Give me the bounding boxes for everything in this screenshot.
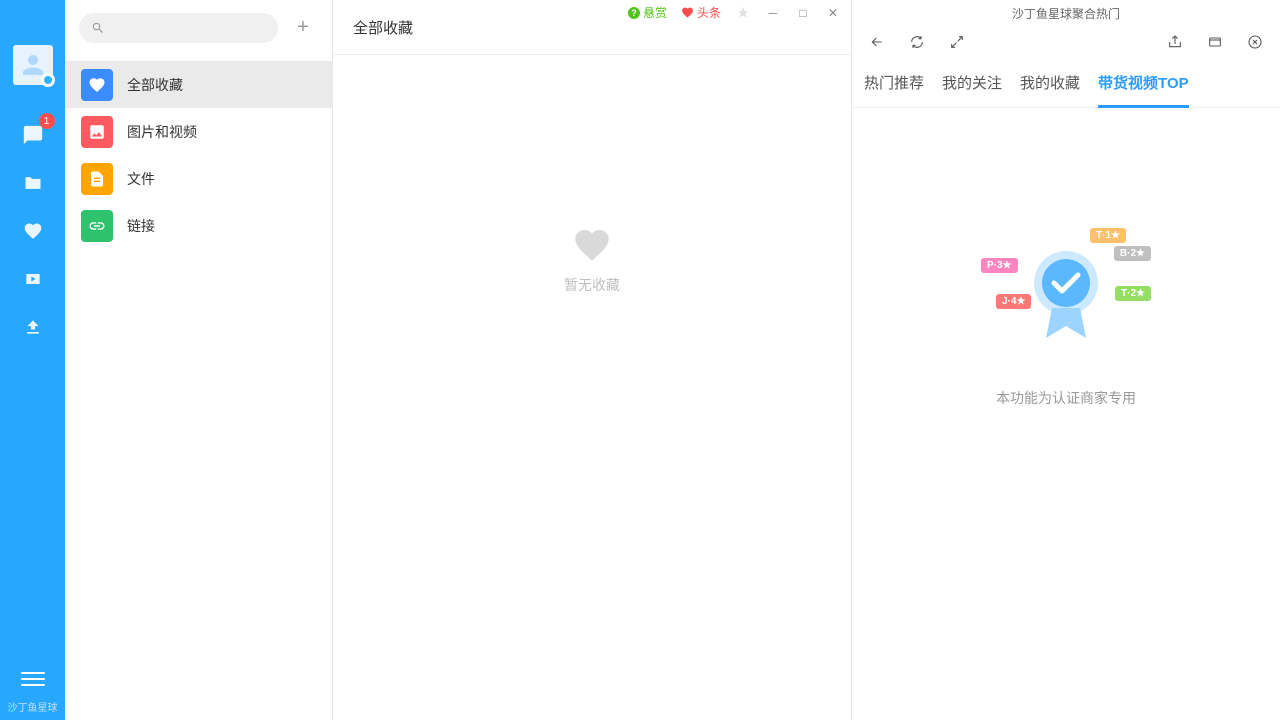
category-links[interactable]: 链接 (65, 202, 332, 249)
category-all[interactable]: 全部收藏 (65, 61, 332, 108)
tab-popular[interactable]: 热门推荐 (864, 72, 924, 107)
close-panel-button[interactable] (1246, 33, 1264, 51)
category-search-row: + (65, 0, 332, 55)
category-list: 全部收藏 图片和视频 文件 链接 (65, 55, 332, 255)
heart-icon (572, 225, 612, 265)
browser-tabs: 热门推荐 我的关注 我的收藏 带货视频TOP (852, 58, 1280, 108)
category-label: 图片和视频 (127, 122, 197, 142)
refresh-button[interactable] (908, 33, 926, 51)
avatar-status-dot (41, 73, 55, 87)
add-button[interactable]: + (288, 13, 318, 43)
category-label: 文件 (127, 169, 155, 189)
minimize-button[interactable]: ─ (765, 5, 781, 21)
headline-tag[interactable]: 头条 (681, 4, 721, 21)
browser-panel: 沙丁鱼星球聚合热门 热门推荐 我的关注 我的收藏 带货视频TOP T·1★ B·… (852, 0, 1280, 720)
category-files[interactable]: 文件 (65, 155, 332, 202)
sidebar-video[interactable] (13, 259, 53, 299)
share-button[interactable] (1166, 33, 1184, 51)
sidebar-chat[interactable]: 1 (13, 115, 53, 155)
empty-state-text: 暂无收藏 (564, 275, 620, 295)
reward-tag[interactable]: ? 悬赏 (628, 4, 667, 21)
maximize-button[interactable]: □ (795, 5, 811, 21)
tag-b2: B·2★ (1114, 246, 1151, 261)
sidebar-upload[interactable] (13, 307, 53, 347)
tab-following[interactable]: 我的关注 (942, 72, 1002, 107)
app-sidebar: 1 沙丁鱼星球 (0, 0, 65, 720)
chat-badge: 1 (39, 113, 55, 129)
pin-icon[interactable] (735, 5, 751, 21)
category-label: 链接 (127, 216, 155, 236)
link-icon (81, 210, 113, 242)
window-controls: ? 悬赏 头条 ─ □ ✕ (628, 4, 841, 21)
content-header: 全部收藏 ? 悬赏 头条 ─ □ ✕ (333, 0, 851, 55)
tab-favorites[interactable]: 我的收藏 (1020, 72, 1080, 107)
tag-t2: T·2★ (1115, 286, 1151, 301)
medal-icon (1024, 248, 1109, 348)
browser-body: T·1★ B·2★ P·3★ J·4★ T·2★ 本功能为认证商家专用 (852, 108, 1280, 720)
expand-button[interactable] (948, 33, 966, 51)
back-button[interactable] (868, 33, 886, 51)
search-input[interactable] (79, 13, 278, 43)
heart-icon (681, 6, 694, 19)
content-title: 全部收藏 (353, 17, 413, 38)
category-label: 全部收藏 (127, 75, 183, 95)
window-button[interactable] (1206, 33, 1224, 51)
category-panel: + 全部收藏 图片和视频 文件 链接 (65, 0, 333, 720)
question-icon: ? (628, 7, 640, 19)
brand-label: 沙丁鱼星球 (8, 699, 58, 714)
image-icon (81, 116, 113, 148)
certification-text: 本功能为认证商家专用 (996, 388, 1136, 408)
heart-icon (81, 69, 113, 101)
user-avatar[interactable] (13, 45, 53, 85)
sidebar-folder[interactable] (13, 163, 53, 203)
menu-icon[interactable] (21, 668, 45, 690)
certification-graphic: T·1★ B·2★ P·3★ J·4★ T·2★ (986, 228, 1146, 368)
file-icon (81, 163, 113, 195)
browser-toolbar (852, 26, 1280, 58)
search-icon (91, 21, 105, 35)
content-panel: 全部收藏 ? 悬赏 头条 ─ □ ✕ 暂无收藏 (333, 0, 852, 720)
tag-t1: T·1★ (1090, 228, 1126, 243)
tag-p3: P·3★ (981, 258, 1018, 273)
empty-state: 暂无收藏 (333, 55, 851, 720)
tab-video-top[interactable]: 带货视频TOP (1098, 72, 1189, 108)
close-button[interactable]: ✕ (825, 5, 841, 21)
category-media[interactable]: 图片和视频 (65, 108, 332, 155)
browser-title: 沙丁鱼星球聚合热门 (852, 0, 1280, 26)
sidebar-favorites[interactable] (13, 211, 53, 251)
